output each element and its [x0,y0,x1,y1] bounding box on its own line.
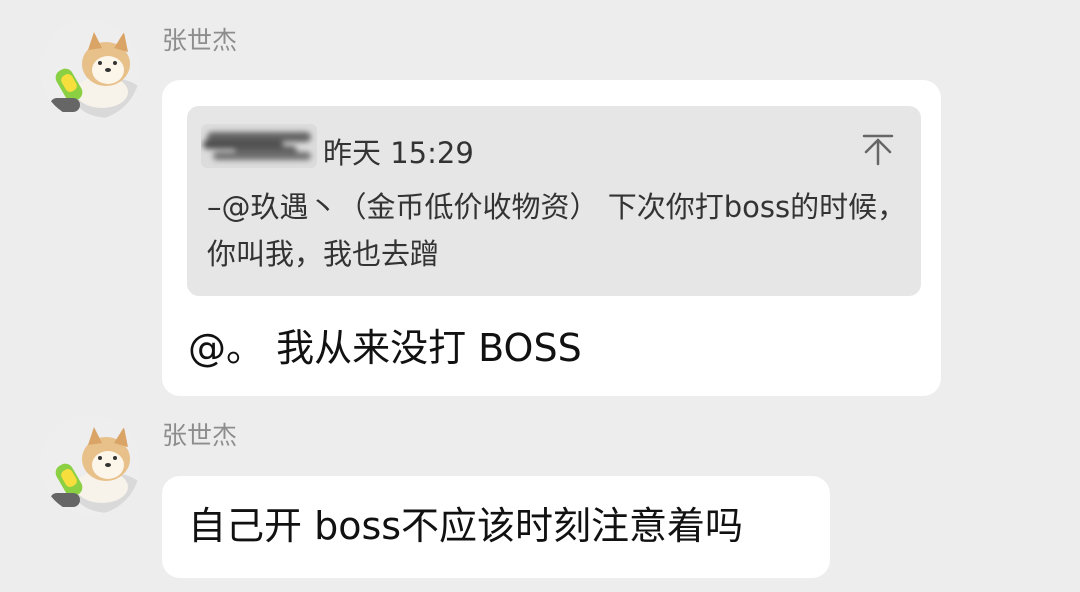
sender-name: 张世杰 [162,26,238,55]
pin-to-top-icon[interactable] [861,134,895,166]
sender-name: 张世杰 [162,421,238,450]
quote-time: 昨天 15:29 [323,136,474,170]
blurred-name [201,124,317,168]
message-text: 自己开 boss不应该时刻注意着吗 [188,504,744,548]
avatar[interactable] [40,20,140,120]
quote-text: –@玖遇丶（金币低价收物资） 下次你打boss的时候，你叫我，我也去蹭 [207,190,907,271]
message-bubble[interactable]: 昨天 15:29 –@玖遇丶（金币低价收物资） 下次你打boss的时候，你叫我，… [162,80,941,396]
quoted-message[interactable]: 昨天 15:29 –@玖遇丶（金币低价收物资） 下次你打boss的时候，你叫我，… [187,106,921,296]
message-bubble[interactable]: 自己开 boss不应该时刻注意着吗 [162,476,830,578]
dog-avatar-icon [40,20,140,120]
dog-avatar-icon [40,415,140,515]
message-text: @。 我从来没打 BOSS [188,326,582,370]
avatar[interactable] [40,415,140,515]
